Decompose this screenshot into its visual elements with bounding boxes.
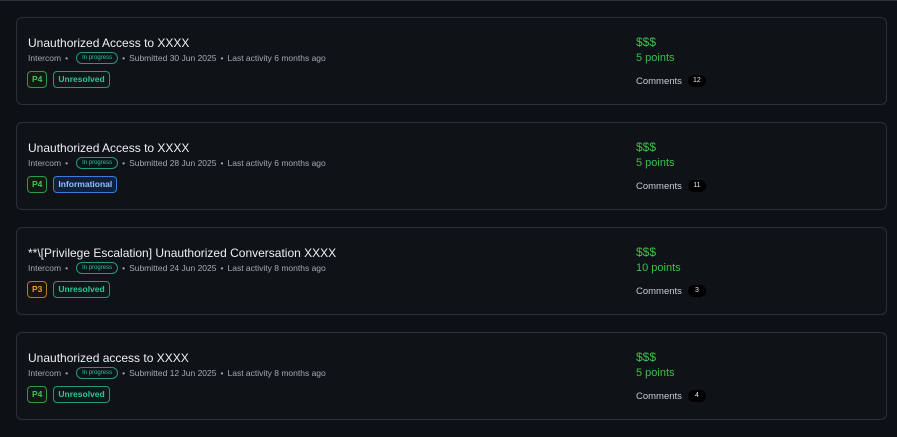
priority-badge: P3 bbox=[27, 281, 48, 298]
report-tags: P4 Unresolved bbox=[27, 71, 110, 88]
report-card[interactable]: **\[Privilege Escalation] Unauthorized C… bbox=[16, 227, 887, 315]
report-tags: P3 Unresolved bbox=[27, 281, 110, 298]
reward-points: 5 points bbox=[636, 52, 675, 64]
program-name[interactable]: Intercom bbox=[28, 158, 61, 168]
last-activity: Last activity 8 months ago bbox=[227, 368, 326, 378]
reward-points: 5 points bbox=[636, 157, 675, 169]
priority-badge: P4 bbox=[27, 71, 48, 88]
report-card[interactable]: Unauthorized access to XXXX Intercom • I… bbox=[16, 332, 887, 420]
state-badge: Unresolved bbox=[53, 281, 110, 298]
meta-separator: • bbox=[65, 53, 69, 63]
reward-points: 10 points bbox=[636, 262, 681, 274]
comments-count: 12 bbox=[687, 75, 706, 87]
comments-link[interactable]: Comments 4 bbox=[636, 390, 706, 402]
meta-separator: • bbox=[220, 263, 224, 273]
submitted-date: Submitted 30 Jun 2025 bbox=[129, 53, 217, 63]
meta-separator: • bbox=[122, 53, 126, 63]
reward-amount: $$$ bbox=[636, 350, 657, 364]
last-activity: Last activity 8 months ago bbox=[227, 263, 326, 273]
last-activity: Last activity 6 months ago bbox=[227, 53, 326, 63]
report-tags: P4 Unresolved bbox=[27, 386, 110, 403]
program-name[interactable]: Intercom bbox=[28, 263, 61, 273]
reward-amount: $$$ bbox=[636, 35, 657, 49]
report-meta: Intercom • In progress • Submitted 12 Ju… bbox=[28, 367, 326, 379]
report-title[interactable]: Unauthorized Access to XXXX bbox=[28, 36, 189, 50]
status-badge: In progress bbox=[76, 52, 119, 64]
comments-count: 3 bbox=[687, 285, 706, 297]
status-badge: In progress bbox=[76, 262, 119, 274]
reward-amount: $$$ bbox=[636, 245, 657, 259]
meta-separator: • bbox=[220, 53, 224, 63]
comments-link[interactable]: Comments 12 bbox=[636, 75, 706, 87]
program-name[interactable]: Intercom bbox=[28, 53, 61, 63]
meta-separator: • bbox=[65, 263, 69, 273]
meta-separator: • bbox=[122, 263, 126, 273]
report-card[interactable]: Unauthorized Access to XXXX Intercom • I… bbox=[16, 122, 887, 210]
comments-link[interactable]: Comments 3 bbox=[636, 285, 706, 297]
meta-separator: • bbox=[220, 368, 224, 378]
state-badge: Unresolved bbox=[53, 71, 110, 88]
comments-count: 4 bbox=[687, 390, 706, 402]
top-divider bbox=[0, 0, 897, 1]
meta-separator: • bbox=[122, 158, 126, 168]
status-badge: In progress bbox=[76, 157, 119, 169]
submitted-date: Submitted 28 Jun 2025 bbox=[129, 158, 217, 168]
comments-count: 11 bbox=[687, 180, 706, 192]
meta-separator: • bbox=[65, 158, 69, 168]
priority-badge: P4 bbox=[27, 386, 48, 403]
comments-label: Comments bbox=[636, 390, 682, 402]
priority-badge: P4 bbox=[27, 176, 48, 193]
meta-separator: • bbox=[220, 158, 224, 168]
last-activity: Last activity 6 months ago bbox=[227, 158, 326, 168]
report-meta: Intercom • In progress • Submitted 28 Ju… bbox=[28, 157, 326, 169]
submitted-date: Submitted 24 Jun 2025 bbox=[129, 263, 217, 273]
state-badge: Unresolved bbox=[53, 386, 110, 403]
state-badge: Informational bbox=[53, 176, 118, 193]
report-meta: Intercom • In progress • Submitted 30 Ju… bbox=[28, 52, 326, 64]
status-badge: In progress bbox=[76, 367, 119, 379]
report-list: Unauthorized Access to XXXX Intercom • I… bbox=[16, 17, 887, 437]
report-title[interactable]: Unauthorized access to XXXX bbox=[28, 351, 189, 365]
reward-points: 5 points bbox=[636, 367, 675, 379]
comments-label: Comments bbox=[636, 75, 682, 87]
submitted-date: Submitted 12 Jun 2025 bbox=[129, 368, 217, 378]
meta-separator: • bbox=[122, 368, 126, 378]
report-tags: P4 Informational bbox=[27, 176, 118, 193]
meta-separator: • bbox=[65, 368, 69, 378]
comments-link[interactable]: Comments 11 bbox=[636, 180, 706, 192]
reward-amount: $$$ bbox=[636, 140, 657, 154]
report-title[interactable]: Unauthorized Access to XXXX bbox=[28, 141, 189, 155]
program-name[interactable]: Intercom bbox=[28, 368, 61, 378]
report-meta: Intercom • In progress • Submitted 24 Ju… bbox=[28, 262, 326, 274]
report-title[interactable]: **\[Privilege Escalation] Unauthorized C… bbox=[28, 246, 336, 260]
comments-label: Comments bbox=[636, 285, 682, 297]
comments-label: Comments bbox=[636, 180, 682, 192]
report-card[interactable]: Unauthorized Access to XXXX Intercom • I… bbox=[16, 17, 887, 105]
